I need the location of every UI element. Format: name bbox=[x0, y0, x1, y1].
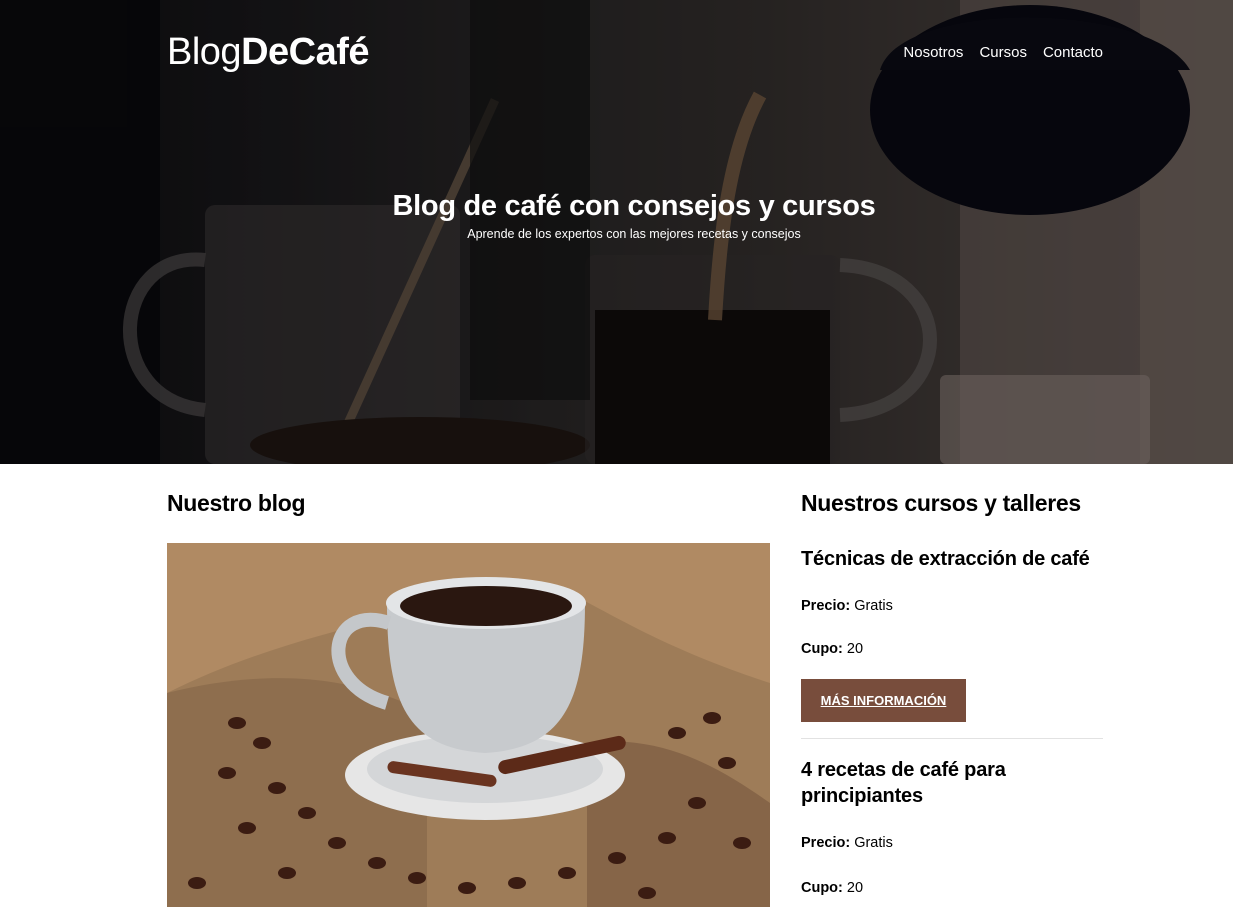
price-value: Gratis bbox=[854, 598, 893, 614]
courses-section: Nuestros cursos y talleres Técnicas de e… bbox=[801, 464, 1103, 907]
site-logo[interactable]: BlogDeCafé bbox=[167, 30, 370, 74]
site-header: BlogDeCafé Nosotros Cursos Contacto bbox=[167, 28, 1103, 76]
course-card: Técnicas de extracción de café Precio: G… bbox=[801, 546, 1103, 739]
quota-value: 20 bbox=[846, 641, 864, 657]
main-nav: Nosotros Cursos Contacto bbox=[903, 44, 1103, 61]
quota-value: 20 bbox=[846, 880, 864, 896]
coffee-cup-image bbox=[167, 543, 770, 907]
logo-bold-text: DeCafé bbox=[241, 30, 370, 73]
hero: BlogDeCafé Nosotros Cursos Contacto Blog… bbox=[0, 0, 1233, 464]
blog-post-image[interactable] bbox=[167, 543, 770, 907]
nav-link-cursos[interactable]: Cursos bbox=[979, 44, 1027, 61]
courses-section-title: Nuestros cursos y talleres bbox=[801, 490, 1081, 516]
nav-link-contacto[interactable]: Contacto bbox=[1043, 44, 1103, 61]
main-content: Nuestro blog Nuestros cursos y talleres … bbox=[167, 464, 1103, 907]
more-info-button[interactable]: Más Información bbox=[801, 679, 966, 722]
price-label: Precio: bbox=[801, 835, 851, 851]
hero-text: Blog de café con consejos y cursos Apren… bbox=[0, 190, 1233, 241]
blog-section-title: Nuestro blog bbox=[167, 490, 306, 516]
course-title: Técnicas de extracción de café bbox=[801, 548, 1090, 570]
nav-link-nosotros[interactable]: Nosotros bbox=[903, 44, 963, 61]
hero-title: Blog de café con consejos y cursos bbox=[392, 190, 876, 222]
price-label: Precio: bbox=[801, 598, 851, 614]
course-divider bbox=[801, 738, 1103, 739]
quota-label: Cupo: bbox=[801, 880, 843, 896]
course-title: 4 recetas de café para principiantes bbox=[801, 759, 1006, 807]
course-card: 4 recetas de café para principiantes Pre… bbox=[801, 757, 1103, 896]
course-price: Precio: Gratis bbox=[801, 598, 1103, 614]
blog-section: Nuestro blog bbox=[167, 464, 770, 907]
hero-subtitle: Aprende de los expertos con las mejores … bbox=[467, 227, 801, 241]
quota-label: Cupo: bbox=[801, 641, 843, 657]
course-quota: Cupo: 20 bbox=[801, 880, 1103, 896]
logo-light-text: Blog bbox=[167, 30, 242, 73]
price-value: Gratis bbox=[854, 835, 893, 851]
course-quota: Cupo: 20 bbox=[801, 641, 1103, 657]
course-price: Precio: Gratis bbox=[801, 835, 1103, 851]
